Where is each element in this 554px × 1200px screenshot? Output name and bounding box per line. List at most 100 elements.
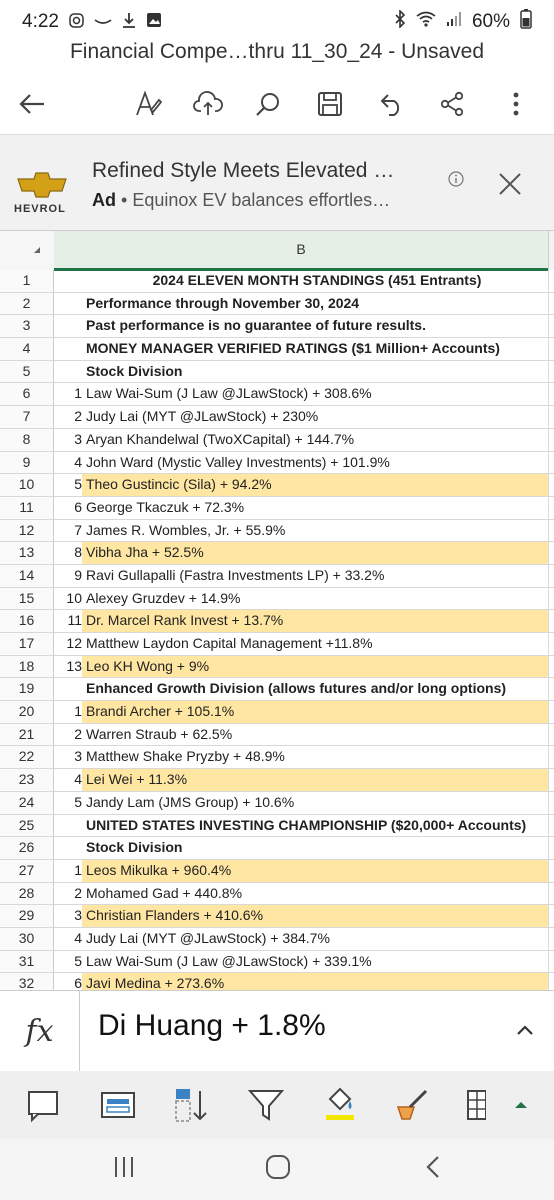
- row-header[interactable]: 5: [0, 360, 54, 383]
- row-header[interactable]: 15: [0, 587, 54, 610]
- row-header[interactable]: 25: [0, 814, 54, 837]
- cell-c[interactable]: [548, 315, 554, 338]
- undo-icon[interactable]: [368, 80, 416, 128]
- cell-c[interactable]: [548, 769, 554, 791]
- cell-c[interactable]: [548, 270, 554, 292]
- cell-b[interactable]: Law Wai-Sum (J Law @JLawStock) + 308.6%: [82, 383, 548, 405]
- cell-c[interactable]: [548, 814, 554, 837]
- cell-rank[interactable]: 4: [54, 452, 82, 474]
- column-header-b[interactable]: B: [54, 231, 548, 271]
- cell-b[interactable]: John Ward (Mystic Valley Investments) + …: [82, 452, 548, 474]
- table-row[interactable]: 27 1 Leos Mikulka + 960.4%: [0, 859, 554, 883]
- cell-c[interactable]: [548, 451, 554, 474]
- row-header[interactable]: 10: [0, 474, 54, 496]
- share-icon[interactable]: [428, 80, 476, 128]
- cell-b[interactable]: Theo Gustincic (Sila) + 94.2%: [82, 474, 548, 496]
- cell-b[interactable]: Ravi Gullapalli (Fastra Investments LP) …: [82, 565, 548, 587]
- row-header[interactable]: 19: [0, 678, 54, 701]
- cell-rank[interactable]: [54, 837, 82, 859]
- back-arrow-icon[interactable]: [8, 80, 56, 128]
- cell-c[interactable]: [548, 678, 554, 701]
- expand-toolbar-icon[interactable]: [506, 1085, 546, 1125]
- cell-rank[interactable]: 1: [54, 701, 82, 723]
- cell-rank[interactable]: 6: [54, 497, 82, 519]
- row-header[interactable]: 29: [0, 905, 54, 927]
- cell-c[interactable]: [548, 338, 554, 360]
- table-row[interactable]: 6 1 Law Wai-Sum (J Law @JLawStock) + 308.6…: [0, 383, 554, 407]
- cell-c[interactable]: [548, 633, 554, 655]
- table-row[interactable]: 10 5 Theo Gustincic (Sila) + 94.2%: [0, 474, 554, 497]
- home-icon[interactable]: [264, 1153, 292, 1186]
- row-header[interactable]: 6: [0, 383, 54, 406]
- cell-rank[interactable]: [54, 293, 82, 315]
- cell-b[interactable]: James R. Wombles, Jr. + 55.9%: [82, 520, 548, 542]
- table-row[interactable]: 31 5 Law Wai-Sum (J Law @JLawStock) + 339.…: [0, 950, 554, 974]
- row-header[interactable]: 1: [0, 270, 54, 292]
- formula-value[interactable]: Di Huang + 1.8%: [98, 1009, 326, 1043]
- filter-icon[interactable]: [246, 1085, 286, 1125]
- row-header[interactable]: 30: [0, 927, 54, 950]
- table-row[interactable]: 5 Stock Division: [0, 360, 554, 384]
- table-row[interactable]: 7 2 Judy Lai (MYT @JLawStock) + 230%: [0, 406, 554, 429]
- row-header[interactable]: 24: [0, 791, 54, 814]
- cell-b[interactable]: 2024 ELEVEN MONTH STANDINGS (451 Entrant…: [82, 270, 548, 292]
- cell-b[interactable]: Performance through November 30, 2024: [82, 293, 548, 315]
- cell-b[interactable]: Past performance is no guarantee of futu…: [82, 315, 548, 337]
- table-row[interactable]: 9 4 John Ward (Mystic Valley Investments) …: [0, 451, 554, 475]
- cell-b[interactable]: Stock Division: [82, 837, 548, 859]
- row-header[interactable]: 3: [0, 315, 54, 338]
- sort-icon[interactable]: [172, 1085, 212, 1125]
- row-header[interactable]: 22: [0, 746, 54, 769]
- cell-c[interactable]: [548, 701, 554, 723]
- cell-b[interactable]: Judy Lai (MYT @JLawStock) + 230%: [82, 406, 548, 428]
- table-row[interactable]: 12 7 James R. Wombles, Jr. + 55.9%: [0, 519, 554, 543]
- cell-c[interactable]: [548, 292, 554, 315]
- row-header[interactable]: 31: [0, 950, 54, 973]
- cell-b[interactable]: George Tkaczuk + 72.3%: [82, 497, 548, 519]
- table-row[interactable]: 23 4 Lei Wei + 11.3%: [0, 769, 554, 792]
- table-row[interactable]: 20 1 Brandi Archer + 105.1%: [0, 701, 554, 724]
- cell-rank[interactable]: 12: [54, 633, 82, 655]
- comment-icon[interactable]: [24, 1085, 64, 1125]
- back-nav-icon[interactable]: [424, 1153, 444, 1186]
- cell-c[interactable]: [548, 542, 554, 564]
- table-row[interactable]: 8 3 Aryan Khandelwal (TwoXCapital) + 144.7…: [0, 428, 554, 452]
- row-header[interactable]: 21: [0, 723, 54, 746]
- cell-c[interactable]: [548, 791, 554, 814]
- table-row[interactable]: 4 MONEY MANAGER VERIFIED RATINGS ($1 Mill…: [0, 338, 554, 361]
- cell-b[interactable]: Brandi Archer + 105.1%: [82, 701, 548, 723]
- row-header[interactable]: 14: [0, 564, 54, 587]
- cell-c[interactable]: [548, 655, 554, 678]
- row-header[interactable]: 16: [0, 610, 54, 632]
- cell-c[interactable]: [548, 859, 554, 882]
- row-header[interactable]: 17: [0, 633, 54, 655]
- ad-info-icon[interactable]: [448, 171, 464, 187]
- recents-icon[interactable]: [112, 1153, 136, 1186]
- clear-format-brush-icon[interactable]: [394, 1085, 434, 1125]
- cell-c[interactable]: [548, 519, 554, 542]
- row-header[interactable]: 13: [0, 542, 54, 564]
- table-row[interactable]: 22 3 Matthew Shake Pryzby + 48.9%: [0, 746, 554, 770]
- cell-c[interactable]: [548, 927, 554, 950]
- cell-b[interactable]: Alexey Gruzdev + 14.9%: [82, 588, 548, 610]
- cell-b[interactable]: Warren Straub + 62.5%: [82, 724, 548, 746]
- cell-b[interactable]: Matthew Shake Pryzby + 48.9%: [82, 746, 548, 768]
- ad-title[interactable]: Refined Style Meets Elevated …: [92, 159, 394, 183]
- cell-rank[interactable]: 11: [54, 610, 82, 632]
- row-header[interactable]: 27: [0, 859, 54, 882]
- cell-c[interactable]: [548, 882, 554, 905]
- table-row[interactable]: 30 4 Judy Lai (MYT @JLawStock) + 384.7%: [0, 927, 554, 951]
- cell-rank[interactable]: 4: [54, 769, 82, 791]
- cloud-upload-icon[interactable]: [184, 80, 232, 128]
- cell-c[interactable]: [548, 474, 554, 496]
- row-header[interactable]: 7: [0, 406, 54, 428]
- cell-c[interactable]: [548, 973, 554, 990]
- table-row[interactable]: 21 2 Warren Straub + 62.5%: [0, 723, 554, 747]
- cell-c[interactable]: [548, 905, 554, 927]
- cell-c[interactable]: [548, 723, 554, 746]
- save-icon[interactable]: [306, 80, 354, 128]
- cell-rank[interactable]: 5: [54, 792, 82, 814]
- edit-text-icon[interactable]: [124, 80, 172, 128]
- formula-bar[interactable]: fx Di Huang + 1.8%: [0, 990, 554, 1072]
- cell-rank[interactable]: 10: [54, 588, 82, 610]
